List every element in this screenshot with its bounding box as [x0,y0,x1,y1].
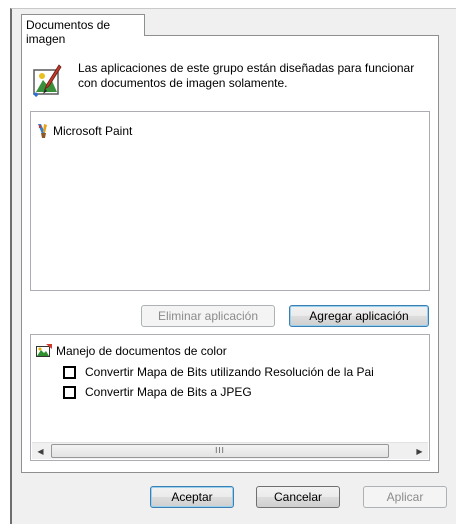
tree-group-label: Manejo de documentos de color [56,344,227,358]
paint-palette-icon [31,64,63,98]
add-application-button[interactable]: Agregar aplicación [289,305,429,327]
list-item-label: Microsoft Paint [53,124,133,138]
option-convert-bitmap-resolution[interactable]: Convertir Mapa de Bits utilizando Resolu… [63,365,374,379]
paint-brush-icon [38,124,47,138]
checkbox-convert-bitmap-jpeg[interactable] [63,385,76,399]
ok-button[interactable]: Aceptar [150,486,234,508]
scroll-right-arrow-icon[interactable]: ▶ [411,443,428,459]
scroll-left-arrow-icon[interactable]: ◀ [32,443,49,459]
horizontal-scrollbar[interactable]: ◀ III ▶ [32,442,428,459]
checkbox-convert-bitmap-resolution[interactable] [63,365,76,379]
tab-documentos-de-imagen[interactable]: Documentos de imagen [21,14,145,46]
remove-application-button[interactable]: Eliminar aplicación [141,305,275,327]
scrollbar-thumb[interactable]: III [51,444,389,458]
options-tree[interactable]: Manejo de documentos de color Convertir … [30,334,430,461]
description-text: Las aplicaciones de este grupo están dis… [78,61,415,90]
scrollbar-grip-icon: III [215,446,225,455]
application-list[interactable]: Microsoft Paint [30,111,430,291]
cancel-button[interactable]: Cancelar [256,486,340,508]
tree-group-color-documents: Manejo de documentos de color [36,344,227,358]
option-convert-bitmap-jpeg[interactable]: Convertir Mapa de Bits a JPEG [63,385,252,399]
option-label: Convertir Mapa de Bits a JPEG [85,385,252,399]
color-document-icon [36,344,52,357]
option-label: Convertir Mapa de Bits utilizando Resolu… [85,365,374,379]
apply-button[interactable]: Aplicar [363,486,447,508]
list-item-microsoft-paint[interactable]: Microsoft Paint [36,123,132,139]
